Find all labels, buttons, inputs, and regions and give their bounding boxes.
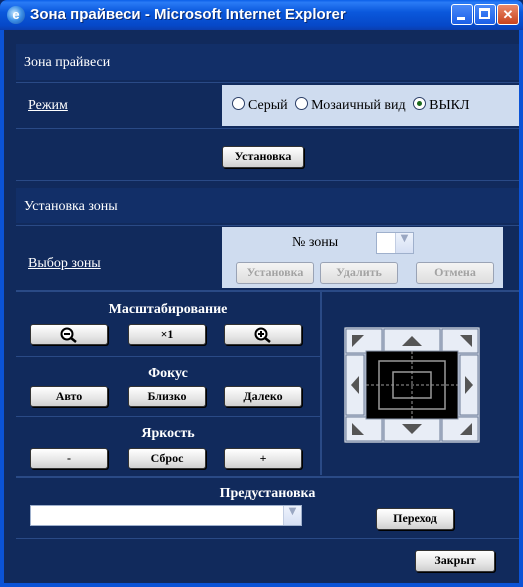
mode-link[interactable]: Режим bbox=[28, 98, 68, 114]
window: e Зона прайвеси - Microsoft Internet Exp… bbox=[0, 0, 523, 587]
preset-go-button[interactable]: Переход bbox=[376, 508, 454, 530]
zone-setup-section-header: Установка зоны bbox=[16, 188, 519, 223]
divider bbox=[16, 225, 519, 226]
chevron-down-icon: ▼ bbox=[395, 233, 413, 253]
zoom-out-icon bbox=[60, 327, 77, 343]
privacy-section-title: Зона прайвеси bbox=[24, 55, 111, 70]
close-window-button[interactable]: ✕ bbox=[497, 4, 519, 25]
divider bbox=[16, 180, 519, 181]
pan-right-button[interactable] bbox=[459, 354, 479, 416]
chevron-down-icon: ▼ bbox=[283, 506, 301, 525]
pan-up-left-button[interactable] bbox=[345, 328, 383, 354]
radio-mosaic[interactable]: Мозаичный вид bbox=[295, 97, 406, 113]
preset-title: Предустановка bbox=[219, 486, 316, 501]
title-bar[interactable]: e Зона прайвеси - Microsoft Internet Exp… bbox=[0, 0, 523, 30]
zone-set-button[interactable]: Установка bbox=[236, 262, 314, 284]
zone-number-label: № зоны bbox=[292, 235, 339, 250]
privacy-section-header: Зона прайвеси bbox=[16, 44, 519, 80]
internet-explorer-icon: e bbox=[7, 6, 25, 24]
zone-number-select[interactable]: ▼ bbox=[376, 232, 414, 254]
zoom-in-button[interactable] bbox=[224, 324, 302, 345]
pan-down-right-button[interactable] bbox=[441, 416, 479, 442]
divider bbox=[320, 292, 322, 475]
zoom-title: Масштабирование bbox=[108, 302, 228, 317]
minimize-button[interactable] bbox=[451, 4, 473, 25]
divider bbox=[16, 82, 519, 83]
focus-title: Фокус bbox=[148, 366, 188, 381]
zone-setup-section-title: Установка зоны bbox=[24, 199, 118, 214]
privacy-set-button[interactable]: Установка bbox=[222, 146, 304, 168]
maximize-button[interactable] bbox=[474, 4, 496, 25]
radio-mosaic-indicator bbox=[295, 97, 309, 110]
divider bbox=[16, 356, 320, 357]
pan-left-button[interactable] bbox=[345, 354, 365, 416]
mode-options-panel: Серый Мозаичный вид ВЫКЛ bbox=[222, 85, 519, 126]
radio-gray-indicator bbox=[232, 97, 245, 110]
divider bbox=[16, 416, 320, 417]
window-title: Зона прайвеси - Microsoft Internet Explo… bbox=[30, 6, 346, 23]
minimize-icon bbox=[457, 17, 465, 20]
zone-select-link[interactable]: Выбор зоны bbox=[28, 256, 101, 272]
zoom-in-icon bbox=[254, 327, 271, 343]
client-area: Зона прайвеси Режим Серый Мозаичный вид … bbox=[4, 30, 519, 583]
preset-select[interactable]: ▼ bbox=[30, 505, 302, 526]
mode-radio-group: Серый Мозаичный вид ВЫКЛ bbox=[232, 97, 470, 114]
focus-auto-button[interactable]: Авто bbox=[30, 386, 108, 407]
pan-up-button[interactable] bbox=[383, 328, 441, 354]
close-icon: ✕ bbox=[502, 7, 514, 22]
radio-off[interactable]: ВЫКЛ bbox=[413, 97, 470, 113]
radio-gray-label: Серый bbox=[248, 98, 288, 113]
zoom-out-button[interactable] bbox=[30, 324, 108, 345]
radio-off-indicator bbox=[413, 97, 427, 110]
ptz-control-pad[interactable] bbox=[344, 327, 480, 443]
brightness-title: Яркость bbox=[141, 426, 195, 441]
brightness-minus-button[interactable]: - bbox=[30, 448, 108, 469]
brightness-reset-button[interactable]: Сброс bbox=[128, 448, 206, 469]
radio-mosaic-label: Мозаичный вид bbox=[311, 98, 406, 113]
brightness-plus-button[interactable]: + bbox=[224, 448, 302, 469]
zone-cancel-button[interactable]: Отмена bbox=[416, 262, 494, 284]
focus-far-button[interactable]: Далеко bbox=[224, 386, 302, 407]
zone-select-panel: № зоны ▼ Установка Удалить Отмена bbox=[222, 227, 503, 288]
pan-down-left-button[interactable] bbox=[345, 416, 383, 442]
zone-delete-button[interactable]: Удалить bbox=[320, 262, 398, 284]
close-button[interactable]: Закрыт bbox=[415, 550, 495, 572]
divider bbox=[16, 476, 519, 478]
divider bbox=[16, 128, 519, 129]
maximize-icon bbox=[479, 8, 490, 19]
radio-gray[interactable]: Серый bbox=[232, 97, 288, 113]
radio-off-label: ВЫКЛ bbox=[429, 98, 470, 113]
divider bbox=[16, 290, 519, 292]
pan-up-right-button[interactable] bbox=[441, 328, 479, 354]
focus-near-button[interactable]: Близко bbox=[128, 386, 206, 407]
divider bbox=[16, 538, 519, 539]
pan-down-button[interactable] bbox=[383, 416, 441, 442]
ptz-center-view[interactable] bbox=[365, 350, 459, 420]
zoom-x1-button[interactable]: ×1 bbox=[128, 324, 206, 345]
